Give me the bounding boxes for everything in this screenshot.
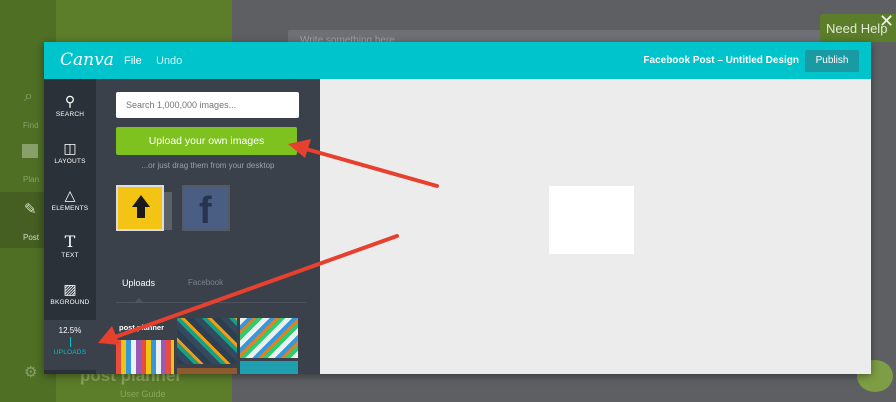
source-uploads-tile[interactable]: [116, 185, 172, 231]
drag-hint: ...or just drag them from your desktop: [141, 161, 275, 170]
design-canvas-area: [320, 79, 871, 374]
tool-label: BKGROUND: [50, 299, 90, 306]
gear-icon[interactable]: ⚙: [24, 363, 37, 381]
background-icon: ▨: [63, 281, 77, 297]
elements-icon: △: [64, 187, 76, 203]
calendar-icon: [22, 144, 38, 158]
uploaded-image-thumbnail[interactable]: post planner: [116, 318, 174, 374]
tool-label: ELEMENTS: [51, 205, 89, 212]
canva-header: Canva File Undo Facebook Post – Untitled…: [44, 42, 871, 79]
document-title: Facebook Post – Untitled Design: [643, 55, 799, 66]
tool-label: UPLOADS: [53, 349, 87, 356]
thumbnail-brand: post planner: [119, 323, 165, 332]
tab-divider: [116, 302, 306, 303]
tool-search[interactable]: ⚲ SEARCH: [44, 85, 96, 131]
close-icon[interactable]: ✕: [879, 12, 894, 30]
tool-uploads[interactable]: 12.5% UPLOADS: [44, 320, 96, 370]
tab-facebook[interactable]: Facebook: [188, 278, 223, 287]
facebook-icon: f: [199, 190, 212, 232]
upload-progress: 12.5%: [58, 326, 82, 335]
tab-uploads[interactable]: Uploads: [122, 278, 155, 288]
design-page[interactable]: [549, 186, 634, 254]
uploaded-image-thumbnail[interactable]: [240, 361, 298, 374]
tool-background[interactable]: ▨ BKGROUND: [44, 273, 96, 319]
uploads-panel: Upload your own images ...or just drag t…: [96, 79, 320, 374]
search-icon: ⌕: [24, 88, 33, 105]
tab-caret: [134, 298, 144, 303]
canva-editor-modal: Canva File Undo Facebook Post – Untitled…: [44, 42, 871, 374]
search-icon: ⚲: [64, 93, 76, 109]
tool-label: LAYOUTS: [54, 158, 86, 165]
publish-button[interactable]: Publish: [805, 50, 859, 72]
uploaded-image-thumbnail[interactable]: [177, 318, 237, 364]
tool-rail: ⚲ SEARCH ◫ LAYOUTS △ ELEMENTS T TEXT ▨ B…: [44, 79, 96, 374]
tool-text[interactable]: T TEXT: [44, 226, 96, 272]
menu-undo[interactable]: Undo: [156, 55, 182, 67]
upload-images-button[interactable]: Upload your own images: [116, 127, 297, 155]
canva-logo: Canva: [60, 50, 114, 70]
tool-layouts[interactable]: ◫ LAYOUTS: [44, 132, 96, 178]
text-icon: T: [64, 232, 76, 251]
tool-elements[interactable]: △ ELEMENTS: [44, 179, 96, 225]
tool-label: SEARCH: [55, 111, 85, 118]
image-search-input[interactable]: [116, 92, 299, 118]
source-facebook-tile[interactable]: f: [182, 185, 230, 232]
menu-file[interactable]: File: [124, 55, 142, 67]
uploaded-image-thumbnail[interactable]: [177, 368, 237, 374]
tool-label: TEXT: [61, 252, 79, 259]
upload-icon: [70, 337, 71, 347]
uploaded-image-thumbnail[interactable]: [240, 318, 298, 358]
pencil-icon: ✎: [24, 201, 37, 218]
layouts-icon: ◫: [63, 140, 77, 156]
upload-arrow-icon: [132, 195, 150, 207]
user-guide-link[interactable]: User Guide: [120, 389, 166, 399]
